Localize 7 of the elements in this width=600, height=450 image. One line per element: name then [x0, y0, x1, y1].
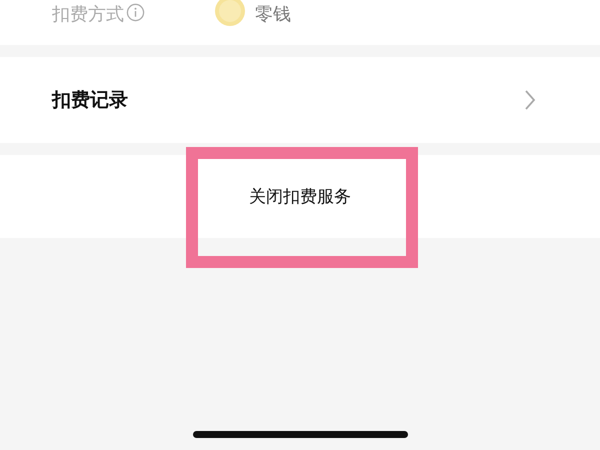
payment-value: 零钱 [255, 3, 291, 26]
coin-icon [215, 0, 245, 26]
close-service-button[interactable]: 关闭扣费服务 [0, 155, 600, 238]
field-label: 扣费方式 [52, 3, 124, 26]
chevron-icon [524, 89, 536, 111]
info-icon [126, 3, 145, 22]
records-row[interactable]: 扣费记录 [0, 57, 600, 143]
